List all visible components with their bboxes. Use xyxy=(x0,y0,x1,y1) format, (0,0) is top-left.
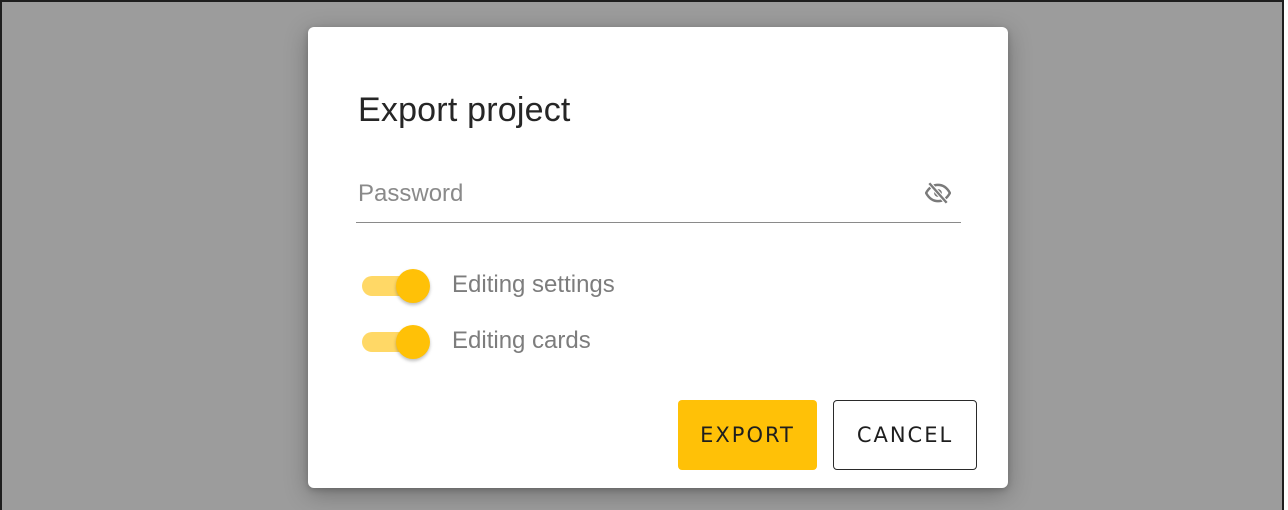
eye-off-icon[interactable] xyxy=(925,180,951,206)
toggle-row-editing-cards: Editing cards xyxy=(360,323,591,359)
toggle-thumb xyxy=(396,269,430,303)
export-button[interactable]: EXPORT xyxy=(678,400,817,470)
toggle-thumb xyxy=(396,325,430,359)
editing-cards-toggle[interactable] xyxy=(360,323,430,359)
toggle-row-editing-settings: Editing settings xyxy=(360,267,615,303)
password-field xyxy=(356,172,961,223)
editing-settings-label: Editing settings xyxy=(452,271,615,298)
cancel-button[interactable]: CANCEL xyxy=(833,400,977,470)
password-input[interactable] xyxy=(358,176,898,212)
editing-cards-label: Editing cards xyxy=(452,327,591,354)
editing-settings-toggle[interactable] xyxy=(360,267,430,303)
export-project-dialog: Export project Editing settings Editing … xyxy=(308,27,1008,488)
dialog-title: Export project xyxy=(358,91,571,129)
